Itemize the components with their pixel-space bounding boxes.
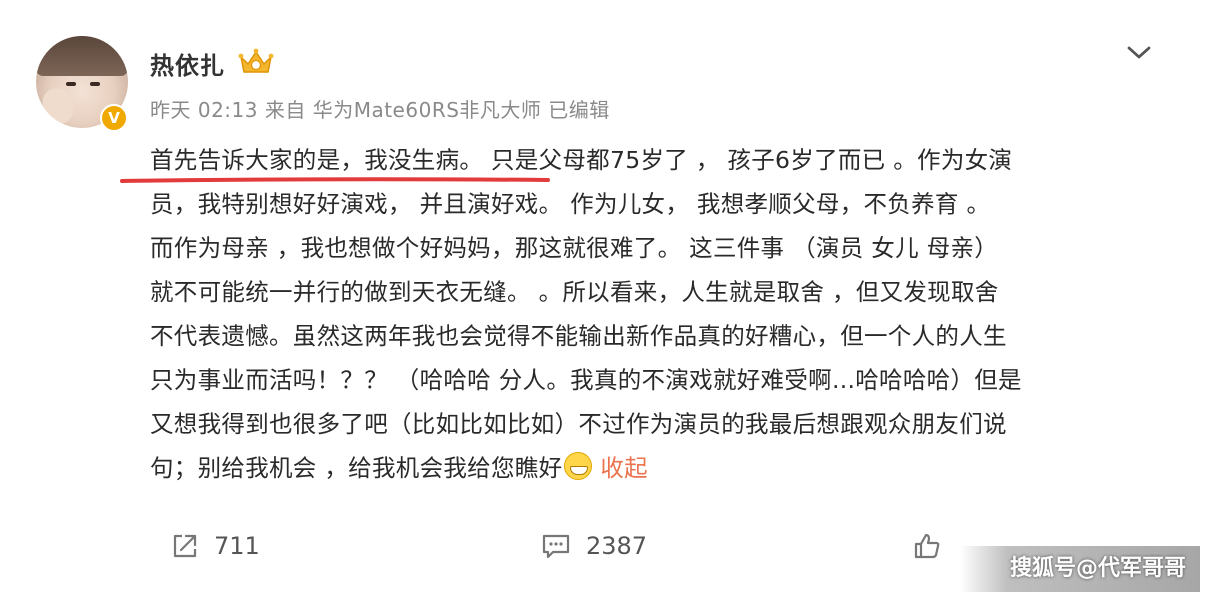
like-button[interactable]	[912, 526, 956, 566]
comment-icon	[542, 534, 570, 559]
chevron-down-icon[interactable]	[1124, 40, 1154, 64]
watermark: 搜狐号@代军哥哥	[960, 546, 1200, 592]
content-line-last: 句；别给我机会 ，给我机会我给您瞧好 收起	[150, 446, 1160, 490]
content-line: 员，我特别想好好演戏， 并且演好戏。 作为儿女， 我想孝顺父母，不负养育 。	[150, 190, 991, 218]
content-line: 就不可能统一并行的做到天衣无缝。 。所以看来，人生就是取舍 ，但又发现取舍	[150, 278, 999, 306]
comment-button[interactable]: 2387	[540, 526, 647, 566]
comment-count: 2387	[586, 532, 648, 560]
content-line: 首先告诉大家的是，我没生病。 只是父母都75岁了 ， 孩子6岁了而已 。作为女演	[150, 146, 1013, 174]
crown-vip-icon	[238, 48, 274, 73]
verified-badge-icon: V	[100, 104, 128, 132]
highlight-underline	[120, 177, 550, 183]
repost-icon	[173, 534, 197, 558]
weibo-post-card: V 热依扎 昨天 02:13 来自 华为Mate60RS非凡大师 已编辑 首先告…	[0, 0, 1206, 596]
content-line-text: 句；别给我机会 ，给我机会我给您瞧好	[150, 454, 563, 482]
thumbs-up-icon	[914, 533, 940, 559]
content-line: 而作为母亲 ，我也想做个好妈妈，那这就很难了。 这三件事 （演员 女儿 母亲）	[150, 234, 999, 262]
grin-emoji-icon	[564, 452, 593, 480]
repost-button[interactable]: 711	[170, 526, 260, 566]
post-meta: 昨天 02:13 来自 华为Mate60RS非凡大师 已编辑	[150, 98, 610, 122]
content-line: 不代表遗憾。虽然这两年我也会觉得不能输出新作品真的好糟心，但一个人的人生	[150, 322, 1007, 350]
post-content: 首先告诉大家的是，我没生病。 只是父母都75岁了 ， 孩子6岁了而已 。作为女演…	[150, 138, 1160, 490]
collapse-link[interactable]: 收起	[600, 454, 648, 482]
content-line: 又想我得到也很多了吧（比如比如比如）不过作为演员的我最后想跟观众朋友们说	[150, 410, 1007, 438]
author-name[interactable]: 热依扎	[150, 46, 225, 81]
repost-count: 711	[214, 532, 260, 560]
content-line: 只为事业而活吗！？？ （哈哈哈 分人。我真的不演戏就好难受啊...哈哈哈哈）但是	[150, 366, 1022, 394]
